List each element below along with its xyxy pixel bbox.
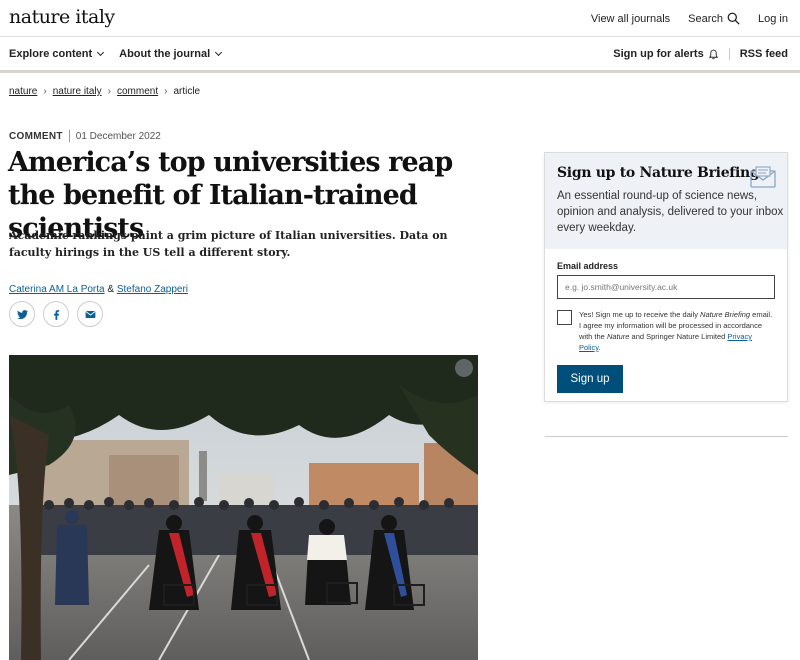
breadcrumb-comment[interactable]: comment xyxy=(117,86,158,97)
breadcrumb-nature[interactable]: nature xyxy=(9,86,37,97)
briefing-description: An essential round-up of science news, o… xyxy=(557,190,784,234)
chevron-right-icon: › xyxy=(43,86,47,97)
breadcrumb: nature › nature italy › comment › articl… xyxy=(9,86,200,97)
consent-text-part: . xyxy=(598,343,601,352)
share-email-button[interactable] xyxy=(77,301,103,327)
article-meta: COMMENT 01 December 2022 xyxy=(9,130,161,142)
sign-up-button[interactable]: Sign up xyxy=(557,365,623,393)
email-field[interactable]: e.g. jo.smith@university.ac.uk xyxy=(557,275,775,299)
consent-text: Yes! Sign me up to receive the daily Nat… xyxy=(579,309,775,353)
consent-emphasis: Nature Briefing xyxy=(700,310,751,319)
about-journal-label: About the journal xyxy=(119,48,211,60)
chevron-down-icon xyxy=(97,48,105,57)
rss-feed-link[interactable]: RSS feed xyxy=(730,48,788,60)
divider xyxy=(68,130,70,142)
about-journal-menu[interactable]: About the journal xyxy=(119,48,223,60)
briefing-header: Sign up to Nature Briefing An essential … xyxy=(545,153,787,249)
share-facebook-button[interactable] xyxy=(43,301,69,327)
search-label: Search xyxy=(688,12,724,25)
facebook-icon xyxy=(53,309,59,320)
publish-date: 01 December 2022 xyxy=(75,130,161,142)
sidebar-divider xyxy=(545,436,788,437)
article-hero-image xyxy=(9,355,478,660)
email-icon xyxy=(85,310,95,318)
top-links: View all journals Search Log in xyxy=(591,12,788,25)
author-separator: & xyxy=(107,284,115,295)
login-link[interactable]: Log in xyxy=(758,13,788,25)
breadcrumb-nature-italy[interactable]: nature italy xyxy=(53,86,102,97)
twitter-icon xyxy=(16,309,28,319)
envelope-icon xyxy=(750,166,776,188)
article-standfirst: Academic rankings paint a grim picture o… xyxy=(9,229,448,259)
share-twitter-button[interactable] xyxy=(9,301,35,327)
site-logo[interactable]: nature italy xyxy=(9,6,115,28)
consent-checkbox[interactable] xyxy=(557,310,572,325)
sign-up-alerts-link[interactable]: Sign up for alerts xyxy=(613,48,730,60)
author-link[interactable]: Stefano Zapperi xyxy=(117,284,188,295)
chevron-right-icon: › xyxy=(107,86,111,97)
article-type: COMMENT xyxy=(9,130,63,142)
briefing-title: Sign up to Nature Briefing xyxy=(557,165,760,181)
chevron-right-icon: › xyxy=(164,86,168,97)
search-button[interactable]: Search xyxy=(688,12,740,25)
chevron-down-icon xyxy=(215,48,223,57)
explore-content-menu[interactable]: Explore content xyxy=(9,48,105,60)
consent-row: Yes! Sign me up to receive the daily Nat… xyxy=(557,309,775,353)
consent-text-part: and Springer Nature Limited xyxy=(629,332,728,341)
search-icon xyxy=(727,12,740,25)
alerts-label: Sign up for alerts xyxy=(613,48,704,60)
author-link[interactable]: Caterina AM La Porta xyxy=(9,284,105,295)
explore-content-label: Explore content xyxy=(9,48,93,60)
bell-icon xyxy=(708,49,718,59)
nav-bar: Explore content About the journal Sign u… xyxy=(0,37,800,73)
view-all-journals-link[interactable]: View all journals xyxy=(591,13,670,25)
consent-emphasis: Nature xyxy=(606,332,630,341)
share-buttons xyxy=(9,301,103,327)
author-list: Caterina AM La Porta & Stefano Zapperi xyxy=(9,284,188,295)
breadcrumb-current: article xyxy=(173,86,201,97)
top-bar: nature italy View all journals Search Lo… xyxy=(0,0,800,37)
consent-text-part: Yes! Sign me up to receive the daily xyxy=(579,310,701,319)
email-label: Email address xyxy=(557,261,619,271)
briefing-signup-box: Sign up to Nature Briefing An essential … xyxy=(544,152,788,402)
